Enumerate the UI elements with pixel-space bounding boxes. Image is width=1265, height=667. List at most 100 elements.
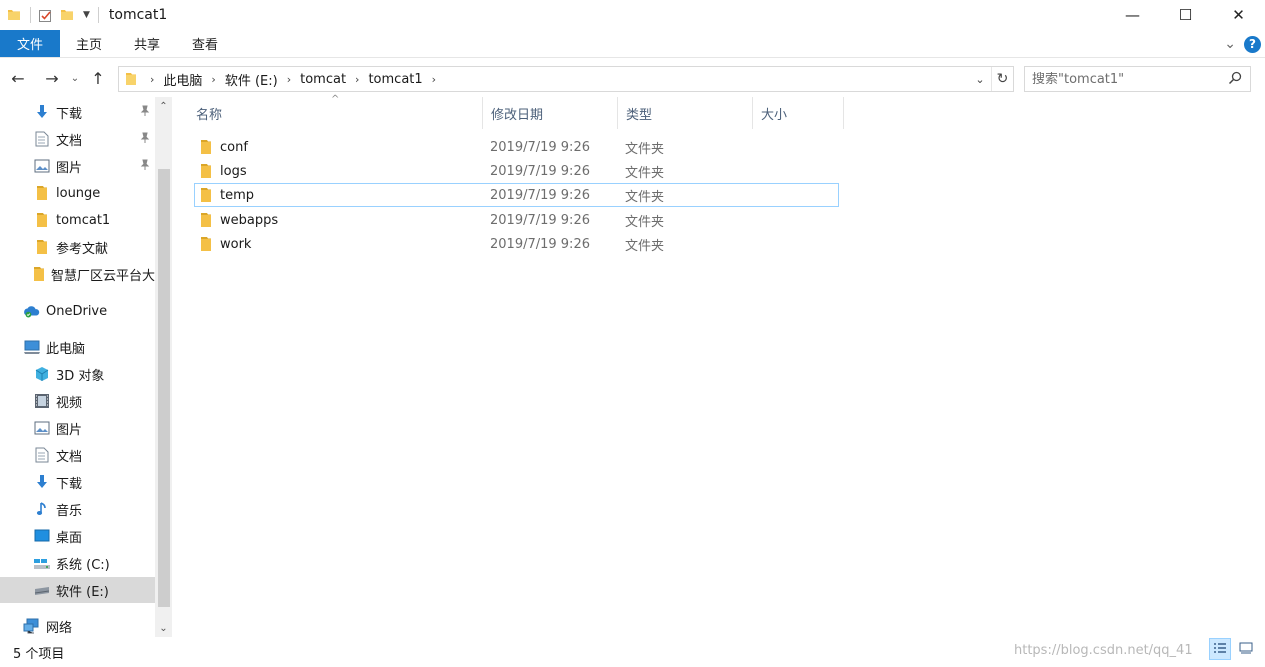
window-controls: — ☐ ✕ — [1106, 0, 1265, 30]
forward-button[interactable]: → — [38, 65, 66, 93]
file-date: 2019/7/19 9:26 — [490, 187, 590, 203]
sidebar-item-this-pc[interactable]: 此电脑 — [0, 334, 155, 360]
sidebar-item-network[interactable]: 网络 — [0, 613, 155, 637]
sidebar-item-desktop[interactable]: 桌面 — [0, 523, 155, 549]
file-date: 2019/7/19 9:26 — [490, 139, 590, 155]
sidebar-item-videos[interactable]: 视频 — [0, 388, 155, 414]
details-view-button[interactable] — [1209, 638, 1231, 660]
breadcrumb-separator[interactable]: › — [150, 73, 154, 86]
network-icon — [23, 617, 41, 635]
column-header-date[interactable]: 修改日期 — [483, 97, 618, 129]
sidebar-item-pictures[interactable]: 图片 — [0, 153, 155, 179]
download-icon — [33, 103, 51, 121]
up-button[interactable]: ↑ — [84, 65, 112, 93]
search-icon[interactable] — [1228, 71, 1242, 89]
sidebar-item-references[interactable]: 参考文献 — [0, 234, 155, 260]
pin-icon[interactable] — [139, 159, 151, 175]
breadcrumb-tomcat[interactable]: tomcat — [300, 72, 346, 87]
file-row-work[interactable]: work 2019/7/19 9:26 文件夹 — [194, 232, 839, 256]
scroll-up-icon[interactable]: ⌃ — [155, 99, 172, 113]
video-icon — [33, 392, 51, 410]
column-header-name[interactable]: 名称 — [188, 97, 483, 129]
large-icons-view-button[interactable] — [1235, 638, 1257, 660]
breadcrumb-this-pc[interactable]: 此电脑 — [163, 70, 202, 89]
file-date: 2019/7/19 9:26 — [490, 212, 590, 228]
breadcrumb-separator[interactable]: › — [355, 73, 359, 86]
new-folder-icon[interactable] — [59, 7, 75, 23]
search-input[interactable] — [1032, 71, 1217, 87]
folder-icon — [200, 236, 212, 252]
sidebar-item-label: 智慧厂区云平台大 — [50, 268, 155, 284]
column-header-size[interactable]: 大小 — [753, 97, 844, 129]
sidebar-item-label: 桌面 — [56, 530, 83, 546]
refresh-button[interactable]: ↻ — [991, 67, 1013, 91]
back-button[interactable]: ← — [4, 65, 32, 93]
system-drive-icon — [33, 554, 51, 572]
sidebar-item-label: OneDrive — [46, 303, 108, 319]
status-bar: 5 个项目 https://blog.csdn.net/qq_41 — [0, 637, 1265, 667]
picture-icon — [33, 157, 51, 175]
address-bar[interactable]: › 此电脑 › 软件 (E:) › tomcat › tomcat1 › ⌄ ↻ — [118, 66, 1014, 92]
folder-icon — [33, 238, 51, 256]
folder-icon — [6, 7, 22, 23]
sidebar-item-onedrive[interactable]: OneDrive — [0, 298, 155, 324]
sidebar-item-label: 网络 — [46, 620, 73, 636]
file-list: ^ 名称 修改日期 类型 大小 conf 2019/7/19 9:26 文件夹 … — [180, 94, 1250, 637]
sidebar-item-downloads-pc[interactable]: 下载 — [0, 469, 155, 495]
sidebar-item-tomcat1[interactable]: tomcat1 — [0, 207, 155, 233]
breadcrumb-drive-e[interactable]: 软件 (E:) — [225, 70, 278, 89]
file-row-temp[interactable]: temp 2019/7/19 9:26 文件夹 — [194, 183, 839, 207]
pin-icon[interactable] — [139, 132, 151, 148]
address-dropdown-icon[interactable]: ⌄ — [971, 67, 989, 91]
close-button[interactable]: ✕ — [1212, 0, 1265, 30]
file-name: temp — [220, 187, 255, 203]
toolbar-divider — [97, 7, 99, 23]
file-date: 2019/7/19 9:26 — [490, 236, 590, 252]
tab-share[interactable]: 共享 — [118, 30, 176, 57]
maximize-button[interactable]: ☐ — [1159, 0, 1212, 30]
tab-file[interactable]: 文件 — [0, 30, 60, 57]
expand-ribbon-icon[interactable]: ⌄ — [1224, 36, 1236, 52]
sidebar-item-label: 图片 — [56, 422, 83, 438]
minimize-button[interactable]: — — [1106, 0, 1159, 30]
cube-icon — [33, 365, 51, 383]
breadcrumb-separator[interactable]: › — [432, 73, 436, 86]
sidebar-item-3d-objects[interactable]: 3D 对象 — [0, 361, 155, 387]
tab-view[interactable]: 查看 — [176, 30, 234, 57]
sidebar-item-label: 下载 — [56, 476, 83, 492]
file-row-logs[interactable]: logs 2019/7/19 9:26 文件夹 — [194, 159, 839, 183]
pin-icon[interactable] — [139, 105, 151, 121]
sidebar-item-drive-e[interactable]: 软件 (E:) — [0, 577, 155, 603]
file-row-conf[interactable]: conf 2019/7/19 9:26 文件夹 — [194, 135, 839, 159]
sidebar-item-downloads[interactable]: 下载 — [0, 99, 155, 125]
view-switcher — [1209, 638, 1257, 660]
sidebar-item-label: tomcat1 — [56, 212, 111, 228]
sidebar-item-smart-factory[interactable]: 智慧厂区云平台大 — [0, 261, 155, 287]
sidebar-item-lounge[interactable]: lounge — [0, 180, 155, 206]
column-header-type[interactable]: 类型 — [618, 97, 753, 129]
sidebar-item-music[interactable]: 音乐 — [0, 496, 155, 522]
sidebar-item-drive-c[interactable]: 系统 (C:) — [0, 550, 155, 576]
help-icon[interactable]: ? — [1244, 35, 1261, 53]
scroll-down-icon[interactable]: ⌄ — [155, 621, 172, 635]
recent-locations-button[interactable]: ⌄ — [66, 65, 84, 93]
file-row-webapps[interactable]: webapps 2019/7/19 9:26 文件夹 — [194, 208, 839, 232]
tab-home[interactable]: 主页 — [60, 30, 118, 57]
customize-toolbar-icon[interactable]: ▼ — [83, 10, 90, 20]
sidebar-scrollbar-thumb[interactable] — [158, 169, 170, 607]
sidebar-item-label: 系统 (C:) — [56, 557, 110, 573]
breadcrumb-separator[interactable]: › — [211, 73, 215, 86]
sidebar-item-documents-pc[interactable]: 文档 — [0, 442, 155, 468]
folder-icon — [200, 163, 212, 179]
properties-icon[interactable] — [37, 7, 53, 23]
sidebar-item-pictures-pc[interactable]: 图片 — [0, 415, 155, 441]
breadcrumb-separator[interactable]: › — [287, 73, 291, 86]
folder-icon — [125, 72, 137, 86]
file-name-cell: temp — [200, 183, 254, 207]
sidebar-item-documents[interactable]: 文档 — [0, 126, 155, 152]
toolbar-divider — [30, 7, 31, 23]
watermark-text: https://blog.csdn.net/qq_41 — [1014, 643, 1193, 658]
file-type: 文件夹 — [625, 189, 665, 205]
breadcrumb-tomcat1[interactable]: tomcat1 — [368, 72, 422, 87]
quick-access-toolbar: ▼ tomcat1 — [0, 0, 167, 30]
